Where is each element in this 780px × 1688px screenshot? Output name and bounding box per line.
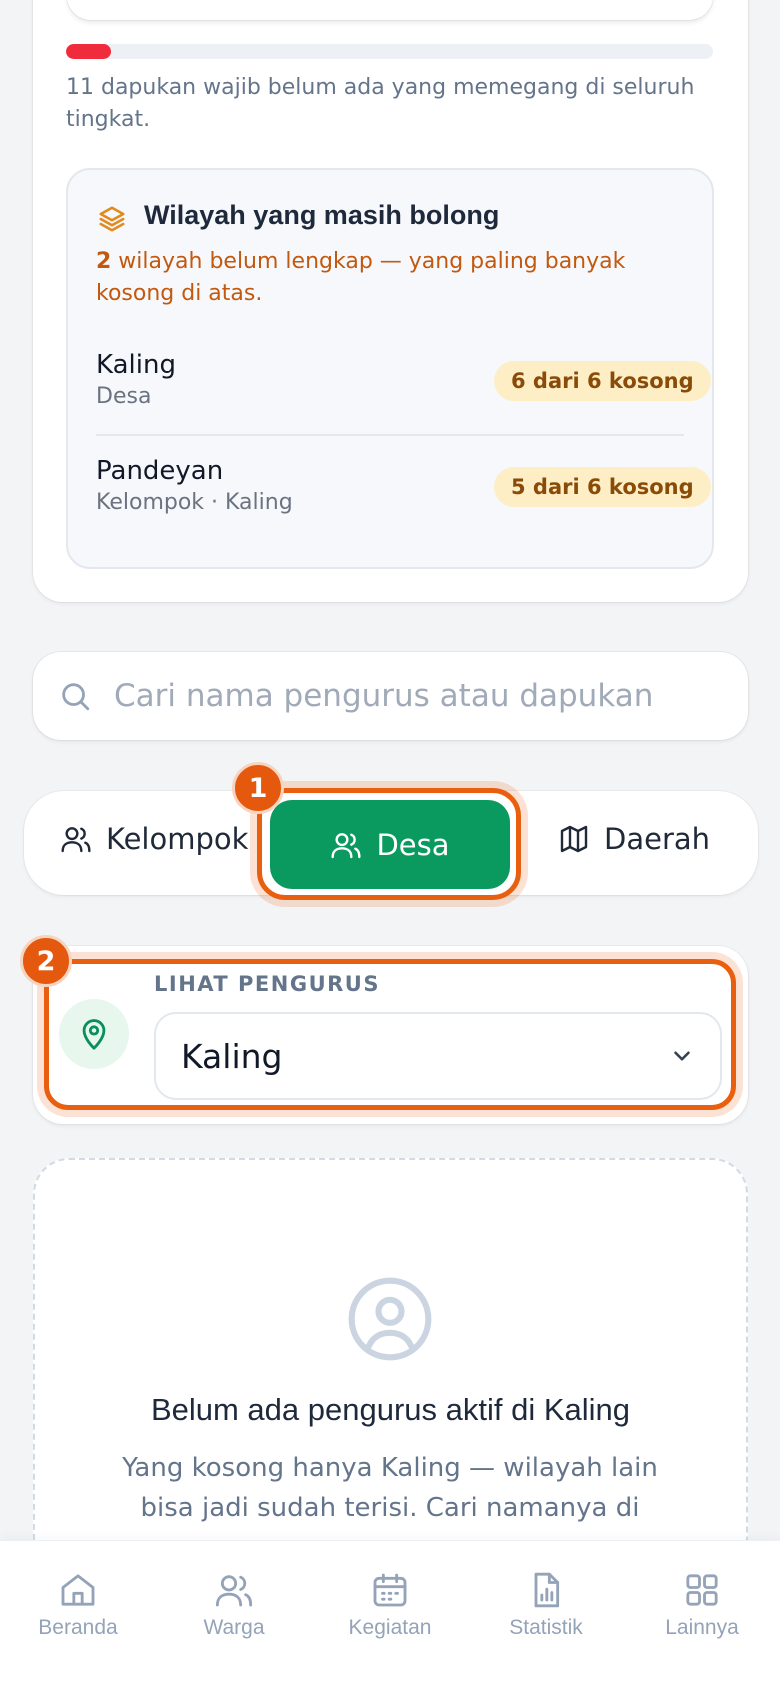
search-icon <box>62 683 90 711</box>
calendar-icon <box>373 1573 407 1607</box>
tab-label: Kelompok <box>106 822 249 856</box>
gap-count: 2 <box>96 249 112 274</box>
map-icon <box>560 825 588 853</box>
region-name: Pandeyan <box>96 456 224 486</box>
tab-kelompok[interactable]: Kelompok <box>60 822 248 856</box>
grid-icon <box>686 1574 718 1606</box>
layers-icon <box>99 206 125 232</box>
users-icon <box>215 1575 253 1607</box>
gap-region-row[interactable]: Kaling Desa <box>96 350 176 409</box>
nav-label: Statistik <box>509 1616 583 1639</box>
gap-region-row[interactable]: Pandeyan Kelompok · Kaling <box>96 456 293 515</box>
nav-kegiatan[interactable]: Kegiatan <box>312 1570 468 1640</box>
empty-state-title: Belum ada pengurus aktif di Kaling <box>150 1392 631 1427</box>
nav-label: Kegiatan <box>348 1616 432 1639</box>
location-label: LIHAT PENGURUS <box>154 972 380 996</box>
location-icon-badge <box>59 999 129 1069</box>
nav-label: Beranda <box>38 1616 118 1639</box>
tab-desa[interactable]: Desa <box>270 800 510 889</box>
tab-label: Daerah <box>604 822 711 856</box>
nav-lainnya[interactable]: Lainnya <box>624 1570 780 1640</box>
nav-statistik[interactable]: Statistik <box>468 1570 624 1640</box>
chevron-down-icon <box>674 1051 690 1061</box>
nav-label: Warga <box>203 1616 265 1639</box>
tab-label: Desa <box>376 827 450 862</box>
region-level: Kelompok · Kaling <box>96 490 293 515</box>
gap-regions-subtitle: 2 wilayah belum lengkap — yang paling ba… <box>96 246 676 310</box>
report-chart-icon <box>534 1572 560 1608</box>
map-pin-icon <box>82 1019 106 1050</box>
region-level: Desa <box>96 384 152 409</box>
nav-label: Lainnya <box>665 1616 739 1639</box>
vacancy-badge: 6 dari 6 kosong <box>494 361 711 401</box>
vacancy-badge: 5 dari 6 kosong <box>494 467 711 507</box>
step-marker-1: 1 <box>232 762 284 814</box>
coverage-progress-fill <box>66 44 112 59</box>
search-bar[interactable] <box>33 652 748 740</box>
home-icon <box>61 1574 95 1606</box>
nav-warga[interactable]: Warga <box>156 1570 312 1640</box>
tab-daerah[interactable]: Daerah <box>558 822 710 856</box>
location-select-value: Kaling <box>181 1036 283 1076</box>
region-name: Kaling <box>96 350 176 380</box>
summary-note: 11 dapukan wajib belum ada yang memegang… <box>66 75 695 132</box>
nav-beranda[interactable]: Beranda <box>0 1570 156 1640</box>
users-icon <box>61 827 91 853</box>
divider <box>96 434 684 436</box>
user-circle-icon <box>348 1277 432 1361</box>
gap-subtitle-text: wilayah belum lengkap — yang paling bany… <box>96 249 626 306</box>
location-select[interactable]: Kaling <box>154 1012 722 1100</box>
step-marker-2: 2 <box>20 935 72 987</box>
empty-state-description: Yang kosong hanya Kaling — wilayah lain … <box>122 1453 658 1523</box>
summary-stat-card <box>67 0 713 20</box>
search-input[interactable] <box>114 678 654 714</box>
coverage-progress-bar <box>66 44 713 59</box>
gap-regions-title: Wilayah yang masih bolong <box>144 200 500 230</box>
users-icon <box>331 832 362 858</box>
